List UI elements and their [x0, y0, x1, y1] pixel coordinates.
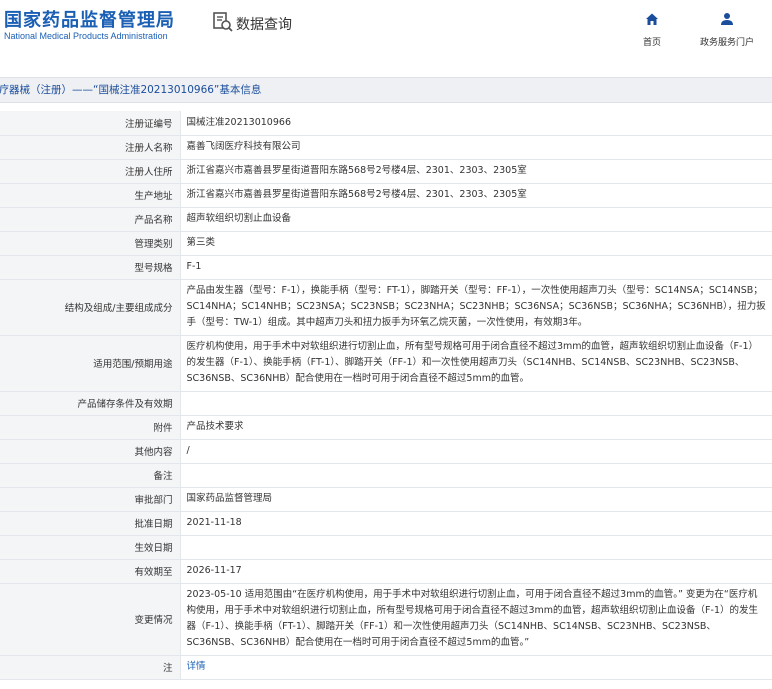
row-label: 管理类别 [0, 231, 181, 256]
home-icon [645, 12, 659, 29]
site-logo-en: National Medical Products Administration [4, 31, 168, 41]
table-row: 注册证编号 国械注准20213010966 [0, 111, 772, 136]
row-value: 浙江省嘉兴市嘉善县罗星街道晋阳东路568号2号楼4层、2301、2303、230… [180, 183, 772, 208]
nav-home[interactable]: 首页 [643, 6, 661, 48]
row-label: 产品名称 [0, 207, 181, 232]
row-label: 注 [0, 655, 181, 680]
site-header: 国家药品监督管理局 National Medical Products Admi… [0, 0, 772, 64]
record-title-bar: 医疗器械（注册）——“国械注准20213010966”基本信息 [0, 77, 772, 103]
data-query-label: 数据查询 [236, 16, 292, 33]
table-row: 注详情 [0, 655, 772, 680]
row-value [180, 535, 772, 560]
row-label: 型号规格 [0, 255, 181, 280]
row-value: 国械注准20213010966 [180, 111, 772, 136]
search-document-icon [212, 11, 234, 36]
nav-gov-label: 政务服务门户 [700, 38, 755, 48]
row-value: 嘉善飞阔医疗科技有限公司 [180, 135, 772, 160]
row-value: 2021-11-18 [180, 511, 772, 536]
row-label: 有效期至 [0, 559, 181, 584]
row-label: 备注 [0, 463, 181, 488]
row-label: 生产地址 [0, 183, 181, 208]
table-row: 有效期至 2026-11-17 [0, 559, 772, 584]
user-icon [720, 12, 734, 29]
row-label: 变更情况 [0, 583, 181, 656]
table-row: 审批部门 国家药品监督管理局 [0, 487, 772, 512]
row-value: F-1 [180, 255, 772, 280]
table-row: 管理类别 第三类 [0, 231, 772, 256]
row-label: 注册证编号 [0, 111, 181, 136]
row-label: 其他内容 [0, 439, 181, 464]
row-value: 浙江省嘉兴市嘉善县罗星街道晋阳东路568号2号楼4层、2301、2303、230… [180, 159, 772, 184]
row-label: 注册人名称 [0, 135, 181, 160]
table-row: 注册人住所 浙江省嘉兴市嘉善县罗星街道晋阳东路568号2号楼4层、2301、230… [0, 159, 772, 184]
table-row: 注册人名称 嘉善飞阔医疗科技有限公司 [0, 135, 772, 160]
row-label: 附件 [0, 415, 181, 440]
nav-gov-portal[interactable]: 政务服务门户 [700, 6, 754, 48]
row-label: 结构及组成/主要组成成分 [0, 279, 181, 336]
row-label: 注册人住所 [0, 159, 181, 184]
nav-home-label: 首页 [643, 38, 662, 48]
row-label: 审批部门 [0, 487, 181, 512]
row-label: 产品储存条件及有效期 [0, 391, 181, 416]
row-label: 适用范围/预期用途 [0, 335, 181, 392]
table-row: 批准日期 2021-11-18 [0, 511, 772, 536]
table-row: 生产地址 浙江省嘉兴市嘉善县罗星街道晋阳东路568号2号楼4层、2301、2303… [0, 183, 772, 208]
table-row: 变更情况 2023-05-10 适用范围由“在医疗机构使用，用于手术中对软组织进行… [0, 583, 772, 656]
table-row: 结构及组成/主要组成成分 产品由发生器（型号：F-1），换能手柄（型号：FT-1）… [0, 279, 772, 336]
row-value: 医疗机构使用，用于手术中对软组织进行切割止血，所有型号规格可用于闭合直径不超过3… [180, 335, 772, 392]
row-value: 第三类 [180, 231, 772, 256]
row-value: / [180, 439, 772, 464]
detail-table: 注册证编号 国械注准20213010966 注册人名称 嘉善飞阔医疗科技有限公司 注… [0, 111, 772, 680]
table-row: 其他内容 / [0, 439, 772, 464]
table-row: 产品名称 超声软组织切割止血设备 [0, 207, 772, 232]
record-title: 医疗器械（注册）——“国械注准20213010966”基本信息 [0, 84, 262, 96]
row-value [180, 391, 772, 416]
details-link[interactable]: 详情 [187, 661, 206, 672]
row-value: 2023-05-10 适用范围由“在医疗机构使用，用于手术中对软组织进行切割止血… [180, 583, 772, 656]
row-value: 2026-11-17 [180, 559, 772, 584]
row-value: 产品技术要求 [180, 415, 772, 440]
data-query-link[interactable]: 数据查询 [212, 11, 292, 36]
row-value: 超声软组织切割止血设备 [180, 207, 772, 232]
site-logo-cn[interactable]: 国家药品监督管理局 [4, 6, 175, 32]
row-label: 批准日期 [0, 511, 181, 536]
row-value [180, 463, 772, 488]
row-label: 生效日期 [0, 535, 181, 560]
table-row: 附件 产品技术要求 [0, 415, 772, 440]
table-row: 产品储存条件及有效期 [0, 391, 772, 416]
row-value: 产品由发生器（型号：F-1），换能手柄（型号：FT-1），脚踏开关（型号：FF-… [180, 279, 772, 336]
table-row: 生效日期 [0, 535, 772, 560]
row-value: 国家药品监督管理局 [180, 487, 772, 512]
table-row: 型号规格 F-1 [0, 255, 772, 280]
table-row: 备注 [0, 463, 772, 488]
table-row: 适用范围/预期用途 医疗机构使用，用于手术中对软组织进行切割止血，所有型号规格可用… [0, 335, 772, 392]
